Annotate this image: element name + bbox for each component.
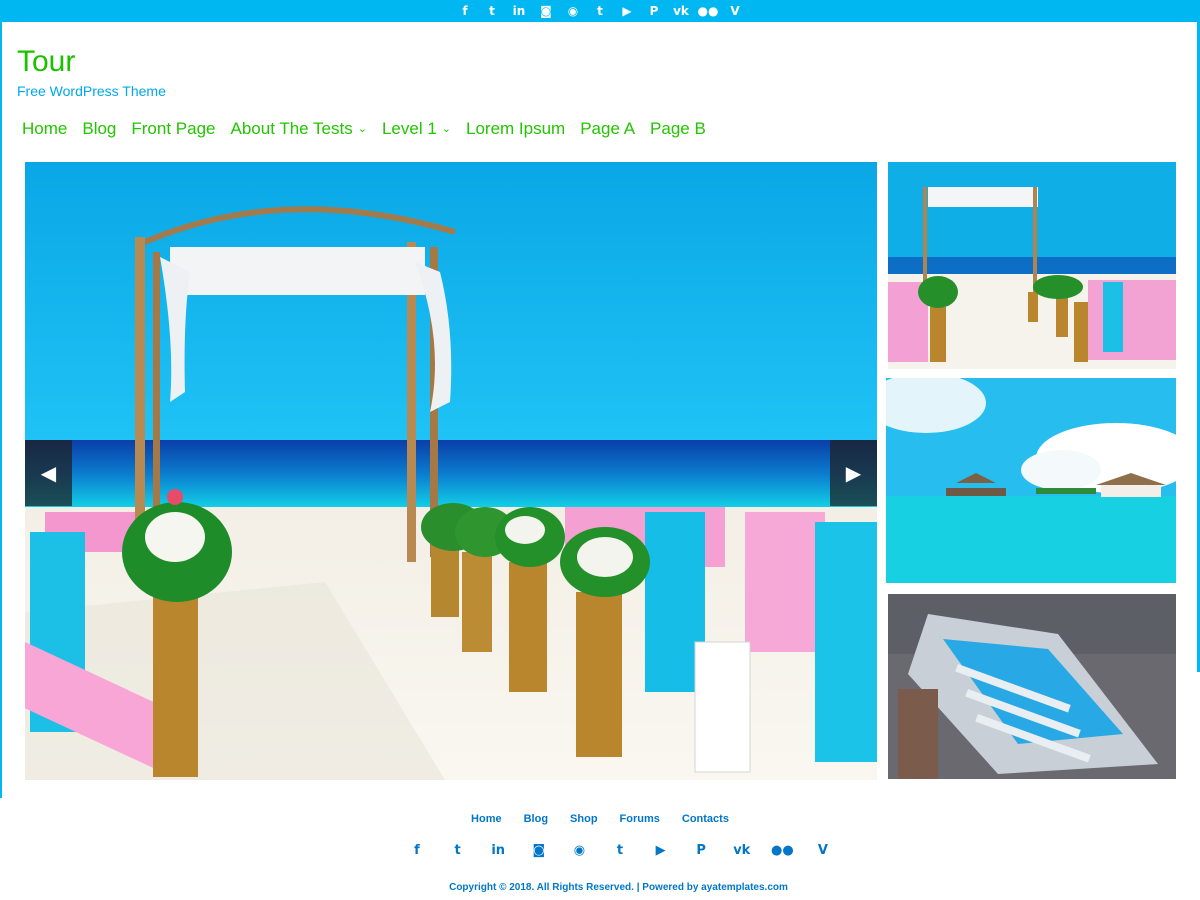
footer-social: f t in ◙ ◉ t ▶ P vk ●● V [405,840,835,860]
chevron-down-icon: ⌄ [441,122,451,135]
beach-wedding-slide-image [25,162,877,780]
tropical-resort-thumbnail-image [886,378,1176,583]
nav-item-level-1[interactable]: Level 1 ⌄ [382,118,451,140]
thumbnail-tropical-resort[interactable] [886,378,1176,583]
instagram-icon[interactable]: ◙ [527,840,551,860]
footer-nav: Home Blog Shop Forums Contacts [0,812,1200,826]
flickr-icon[interactable]: ●● [695,2,722,20]
slider-prev-button[interactable]: ◀ [25,440,72,506]
twitter-icon[interactable]: t [479,2,506,20]
tumblr-icon[interactable]: t [608,840,632,860]
nav-item-page-a[interactable]: Page A [580,118,635,140]
flickr-icon[interactable]: ●● [770,840,794,860]
pinterest-icon[interactable]: P [689,840,713,860]
nav-item-about-the-tests[interactable]: About The Tests ⌄ [231,118,367,140]
frame-border-left [0,22,2,798]
footer-nav-shop[interactable]: Shop [570,812,598,826]
nav-item-lorem-ipsum[interactable]: Lorem Ipsum [466,118,565,140]
footer-nav-home[interactable]: Home [471,812,502,826]
thumbnail-beach-wedding[interactable] [888,162,1176,369]
main-nav: Home Blog Front Page About The Tests ⌄ Le… [22,118,706,140]
chevron-right-icon: ▶ [845,461,862,485]
nav-item-label: About The Tests [230,119,353,138]
rss-icon[interactable]: ◉ [560,2,587,20]
tumblr-icon[interactable]: t [587,2,614,20]
nav-item-label: Page B [650,119,706,138]
main-slider: ◀ ▶ [25,162,877,780]
copyright-text: Copyright © 2018. All Rights Reserved. |… [449,882,788,893]
nav-item-label: Front Page [131,119,216,138]
site-title[interactable]: Tour [17,44,75,80]
cruise-ship-thumbnail-image [888,594,1176,779]
youtube-icon[interactable]: ▶ [614,2,641,20]
rss-icon[interactable]: ◉ [567,840,591,860]
nav-item-home[interactable]: Home [22,118,67,140]
site-description: Free WordPress Theme [17,83,166,99]
nav-item-label: Blog [82,119,117,138]
facebook-icon[interactable]: f [405,840,429,860]
slider-next-button[interactable]: ▶ [830,440,877,506]
vk-icon[interactable]: vk [730,840,754,860]
nav-item-label: Level 1 [381,119,437,138]
vk-icon[interactable]: vk [668,2,695,20]
instagram-icon[interactable]: ◙ [533,2,560,20]
nav-item-front-page[interactable]: Front Page [131,118,215,140]
nav-item-label: Home [22,119,68,138]
nav-item-label: Page A [580,119,636,138]
nav-item-page-b[interactable]: Page B [650,118,706,140]
nav-item-label: Lorem Ipsum [466,119,566,138]
chevron-left-icon: ◀ [40,461,57,485]
facebook-icon[interactable]: f [452,2,479,20]
footer-nav-blog[interactable]: Blog [524,812,548,826]
vine-icon[interactable]: V [811,840,835,860]
vine-icon[interactable]: V [722,2,749,20]
footer-nav-contacts[interactable]: Contacts [682,812,729,826]
footer-nav-forums[interactable]: Forums [620,812,660,826]
top-social-bar: f t in ◙ ◉ t ▶ P vk ●● V [0,0,1200,22]
pinterest-icon[interactable]: P [641,2,668,20]
chevron-down-icon: ⌄ [357,122,367,135]
linkedin-icon[interactable]: in [486,840,510,860]
beach-wedding-thumbnail-image [888,162,1176,369]
linkedin-icon[interactable]: in [506,2,533,20]
twitter-icon[interactable]: t [446,840,470,860]
nav-item-blog[interactable]: Blog [82,118,116,140]
youtube-icon[interactable]: ▶ [649,840,673,860]
thumbnail-cruise-ship[interactable] [888,594,1176,779]
